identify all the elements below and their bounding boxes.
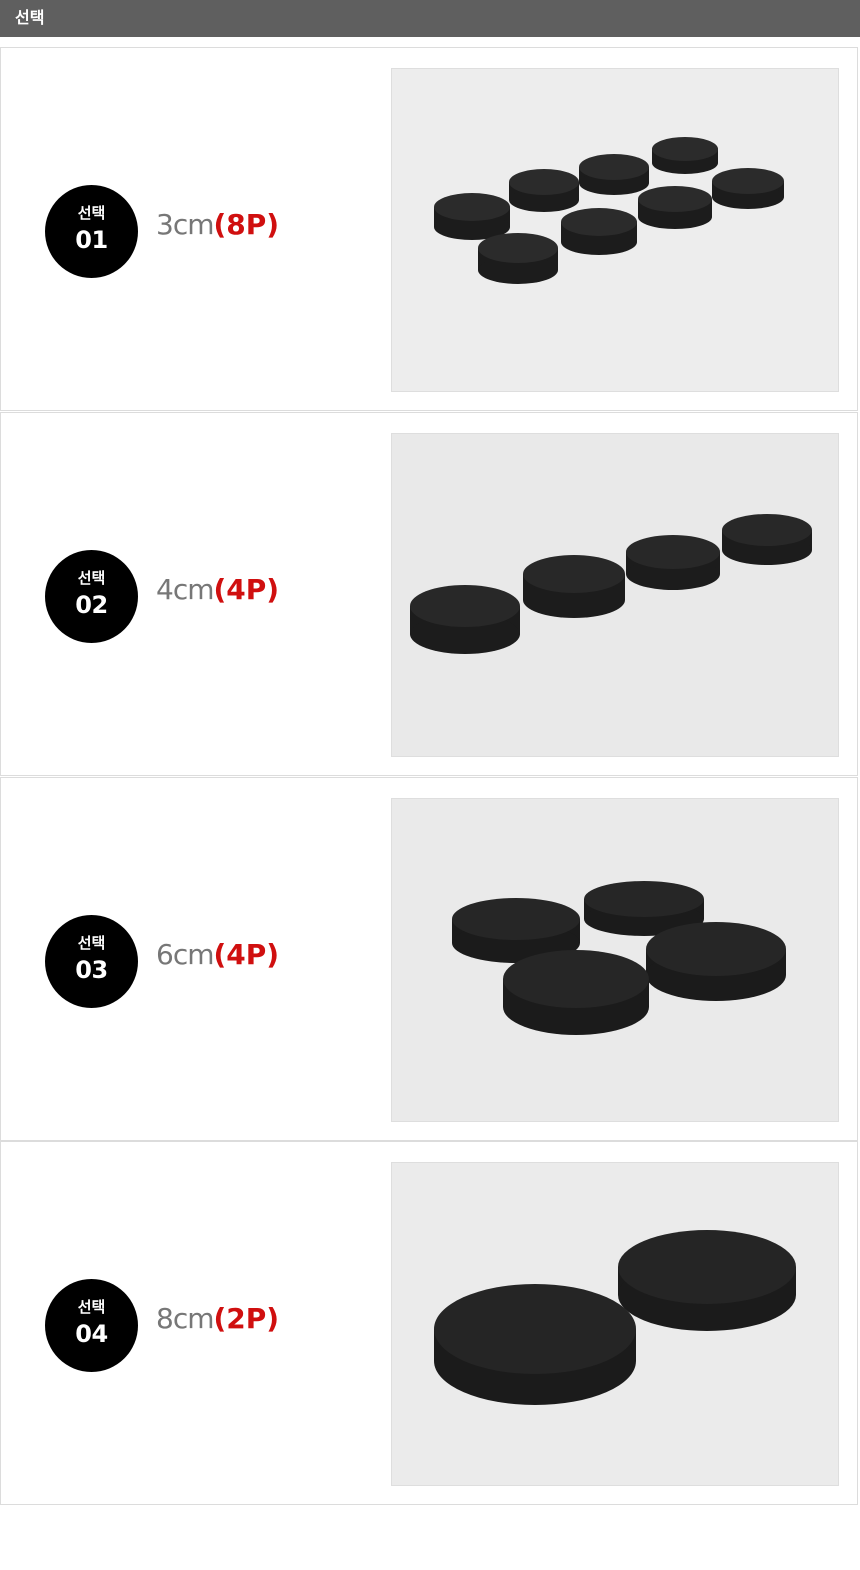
badge-number: 03	[75, 956, 108, 984]
size-quantity: (4P)	[213, 573, 280, 606]
size-label: 6cm(4P)	[156, 938, 279, 972]
option-badge: 선택 03	[45, 915, 138, 1008]
badge-number: 04	[75, 1320, 108, 1348]
product-photo	[391, 1162, 839, 1486]
size-quantity: (8P)	[213, 208, 280, 241]
product-photo	[391, 798, 839, 1122]
badge-word: 선택	[77, 204, 106, 222]
foam-disc-photo-icon	[392, 69, 838, 391]
size-value: 3cm	[156, 208, 214, 241]
foam-disc-photo-icon	[392, 1163, 838, 1485]
size-value: 8cm	[156, 1302, 214, 1335]
foam-disc-photo-icon	[392, 799, 838, 1121]
option-row-04[interactable]: 선택 04 8cm(2P)	[0, 1141, 858, 1505]
badge-number: 02	[75, 591, 108, 619]
header-title: 선택	[15, 8, 45, 27]
option-row-03[interactable]: 선택 03 6cm(4P)	[0, 777, 858, 1141]
badge-word: 선택	[77, 1298, 106, 1316]
option-row-01[interactable]: 선택 01 3cm(8P)	[0, 47, 858, 411]
size-label: 3cm(8P)	[156, 208, 279, 242]
size-value: 4cm	[156, 573, 214, 606]
size-quantity: (2P)	[213, 1302, 280, 1335]
option-badge: 선택 04	[45, 1279, 138, 1372]
size-quantity: (4P)	[213, 938, 280, 971]
size-label: 4cm(4P)	[156, 573, 279, 607]
foam-disc-photo-icon	[392, 434, 838, 756]
option-row-02[interactable]: 선택 02 4cm(4P)	[0, 412, 858, 776]
option-badge: 선택 02	[45, 550, 138, 643]
option-badge: 선택 01	[45, 185, 138, 278]
badge-number: 01	[75, 226, 108, 254]
badge-word: 선택	[77, 934, 106, 952]
size-value: 6cm	[156, 938, 214, 971]
product-photo	[391, 433, 839, 757]
size-label: 8cm(2P)	[156, 1302, 279, 1336]
header-bar: 선택	[0, 0, 860, 37]
badge-word: 선택	[77, 569, 106, 587]
product-photo	[391, 68, 839, 392]
